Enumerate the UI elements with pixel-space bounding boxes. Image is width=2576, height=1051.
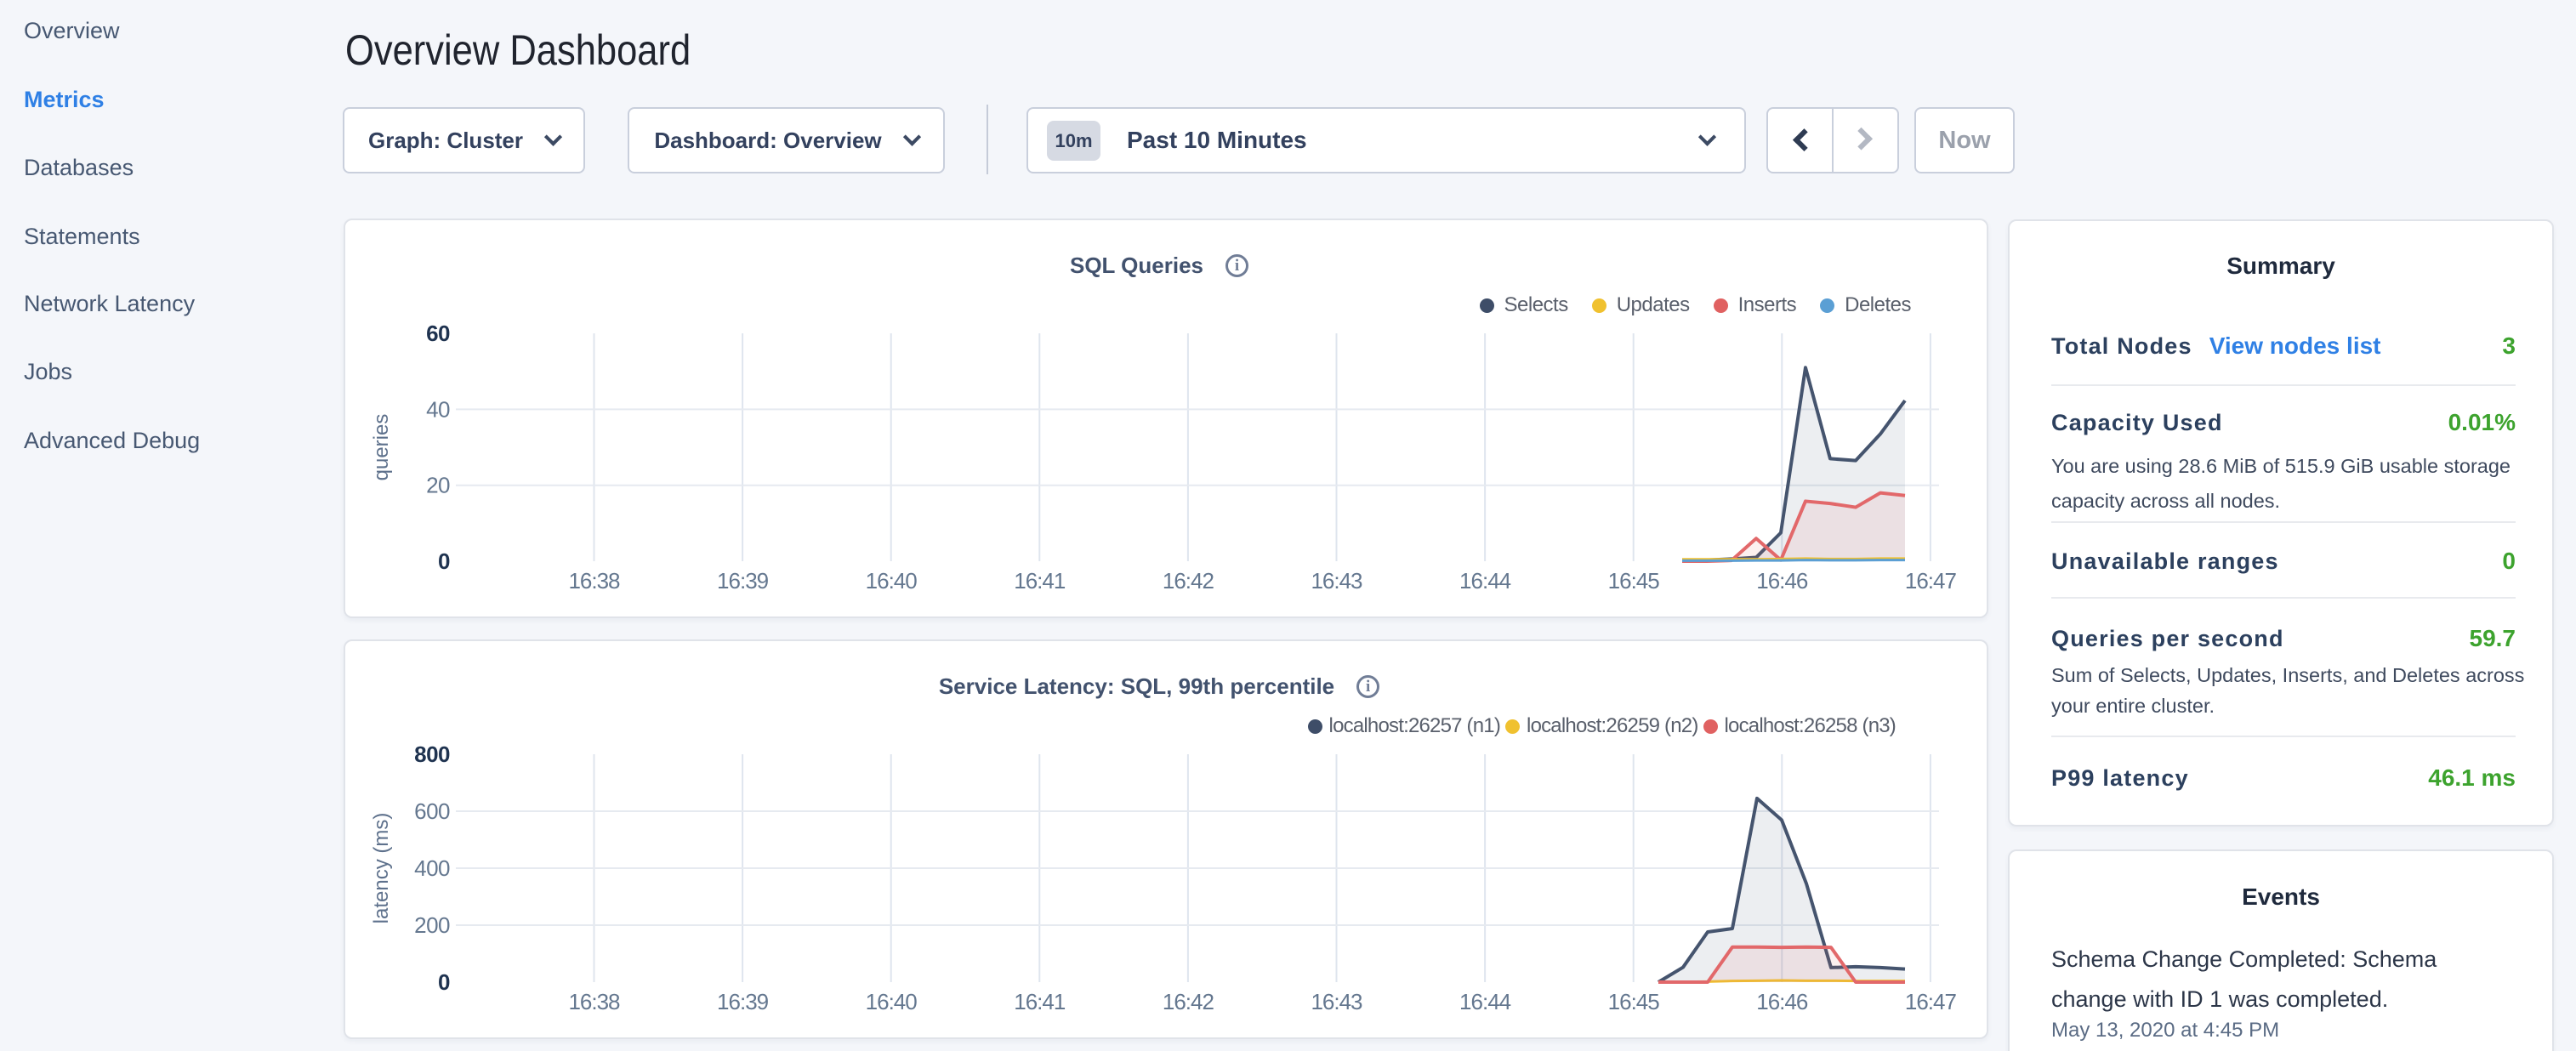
svg-text:200: 200	[414, 912, 450, 938]
svg-text:16:40: 16:40	[866, 568, 918, 594]
svg-text:0: 0	[438, 969, 450, 995]
svg-text:16:47: 16:47	[1905, 989, 1957, 1014]
svg-text:16:46: 16:46	[1756, 989, 1808, 1014]
svg-text:latency (ms): latency (ms)	[370, 813, 393, 924]
svg-text:400: 400	[414, 855, 450, 881]
svg-text:16:47: 16:47	[1905, 568, 1957, 594]
svg-text:16:46: 16:46	[1756, 568, 1808, 594]
svg-text:16:44: 16:44	[1459, 568, 1511, 594]
svg-text:16:45: 16:45	[1608, 568, 1660, 594]
svg-text:16:41: 16:41	[1014, 989, 1066, 1014]
svg-text:16:42: 16:42	[1163, 568, 1214, 594]
svg-text:16:39: 16:39	[717, 568, 769, 594]
svg-text:queries: queries	[370, 414, 393, 481]
svg-text:16:39: 16:39	[717, 989, 769, 1014]
svg-text:16:42: 16:42	[1163, 989, 1214, 1014]
svg-text:40: 40	[426, 396, 450, 422]
svg-text:20: 20	[426, 473, 450, 498]
svg-text:16:43: 16:43	[1311, 989, 1362, 1014]
svg-text:16:43: 16:43	[1311, 568, 1362, 594]
svg-text:16:44: 16:44	[1459, 989, 1511, 1014]
svg-text:600: 600	[414, 798, 450, 824]
svg-text:16:38: 16:38	[568, 568, 620, 594]
svg-text:16:40: 16:40	[866, 989, 918, 1014]
svg-text:800: 800	[414, 741, 450, 767]
svg-text:16:38: 16:38	[568, 989, 620, 1014]
svg-text:16:45: 16:45	[1608, 989, 1660, 1014]
svg-text:0: 0	[438, 548, 450, 574]
svg-text:60: 60	[426, 321, 450, 346]
svg-text:16:41: 16:41	[1014, 568, 1066, 594]
